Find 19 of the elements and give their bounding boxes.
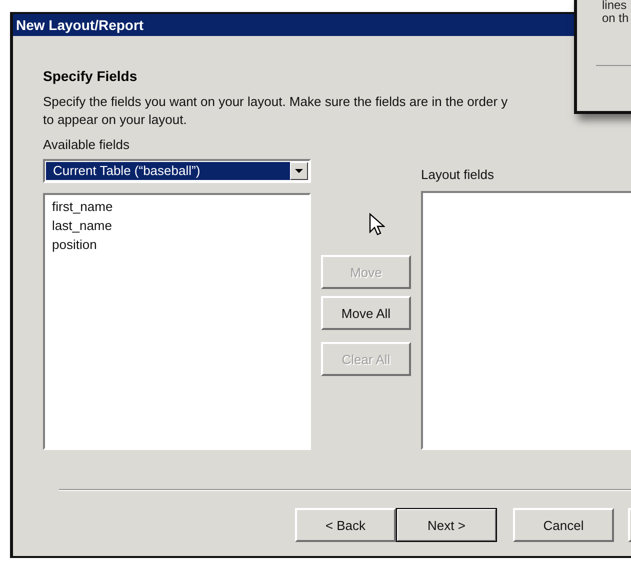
window-text: lines <box>602 0 628 12</box>
field-item[interactable]: position <box>52 235 97 254</box>
available-fields-label: Available fields <box>43 137 130 153</box>
field-item[interactable]: last_name <box>52 216 112 235</box>
wizard-button[interactable]: Next > <box>396 508 497 542</box>
wizard-button[interactable]: < Back <box>295 508 396 542</box>
mouse-pointer-icon <box>369 213 385 237</box>
move-button[interactable]: Move All <box>321 296 411 330</box>
table-dropdown[interactable]: Current Table (“baseball”) <box>43 159 311 183</box>
available-fields-list[interactable]: first_name last_name position <box>43 193 311 450</box>
section-heading: Specify Fields <box>43 68 138 84</box>
description-text: Specify the fields you want on your layout. Make sure the fields are in the order y <box>43 93 509 111</box>
wizard-button[interactable]: Cancel <box>513 508 614 542</box>
layout-fields-list[interactable] <box>421 191 631 450</box>
window-text: on th <box>602 12 630 25</box>
description-text: to appear on your layout. <box>43 111 188 129</box>
field-item[interactable]: first_name <box>52 197 113 216</box>
window-title: New Layout/Report <box>16 17 144 33</box>
layout-fields-label: Layout fields <box>421 167 494 183</box>
